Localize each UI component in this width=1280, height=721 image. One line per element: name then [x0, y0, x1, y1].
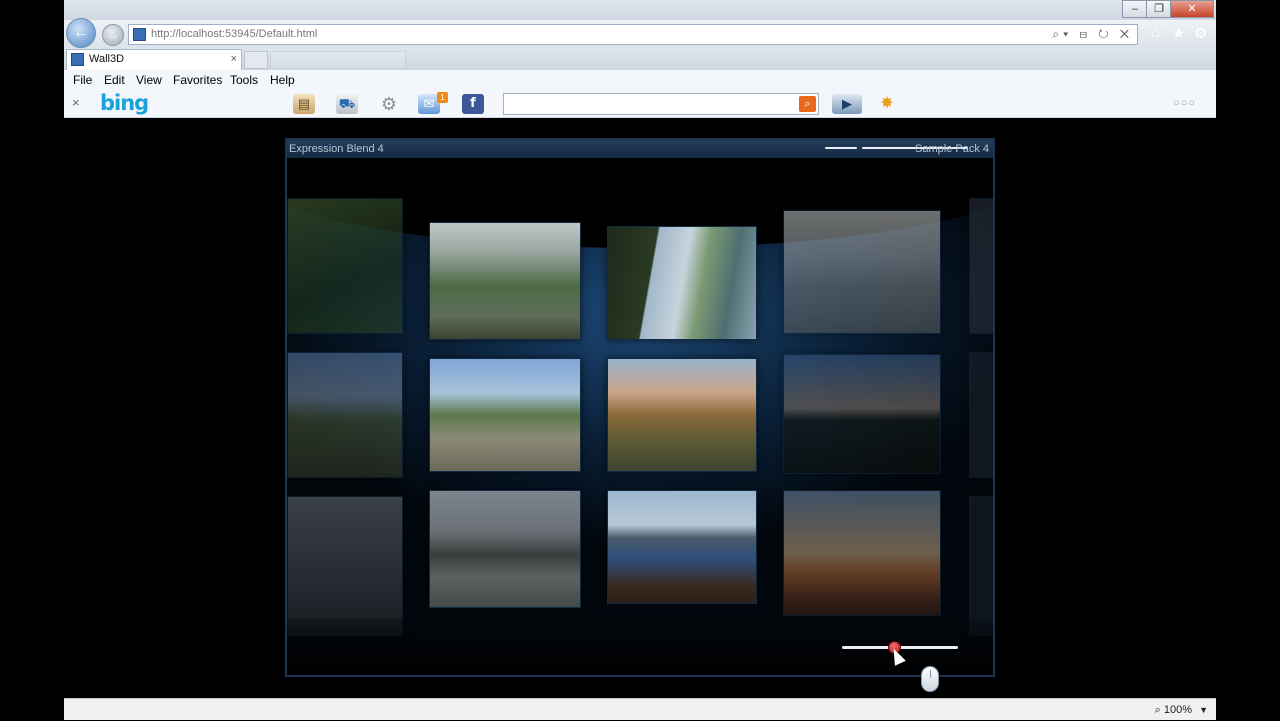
inactive-tab[interactable] — [270, 51, 406, 69]
page-icon — [133, 28, 146, 41]
bing-toolbar: × bing ▤ ⛟ ⚙ ✉ 1 f ⌕ ▶ ✸ ○○○ — [64, 90, 1216, 118]
tab-title: Wall3D — [89, 53, 125, 65]
photo-treeline-dusk[interactable] — [783, 354, 941, 474]
photo-wall[interactable] — [287, 158, 993, 675]
photo-forest-moss[interactable] — [287, 198, 403, 334]
menu-view[interactable]: View — [136, 70, 162, 90]
page-content: Expression Blend 4 Sample Pack 4 — [64, 118, 1216, 698]
bing-search-input[interactable]: ⌕ — [503, 93, 819, 115]
favorites-star-icon[interactable]: ★ — [1172, 24, 1185, 42]
tab-wall3d[interactable]: Wall3D × — [66, 49, 242, 70]
photo-sea-stacks[interactable] — [429, 490, 581, 608]
search-icon[interactable]: ⌕ — [799, 96, 816, 112]
header-bar-1 — [825, 147, 857, 149]
address-bar[interactable]: http://localhost:53945/Default.html ⌕▾ ⊟… — [128, 24, 1138, 45]
close-window-button[interactable]: ✕ — [1170, 0, 1214, 18]
app-right-label: Sample Pack 4 — [915, 143, 989, 155]
home-icon[interactable]: ⌂ — [1151, 24, 1160, 41]
tab-close-icon[interactable]: × — [231, 50, 237, 69]
gear-icon[interactable]: ⚙ — [378, 94, 400, 114]
navigation-bar: ← → http://localhost:53945/Default.html … — [64, 18, 1216, 48]
new-tab-button[interactable] — [244, 51, 268, 69]
menu-file[interactable]: File — [73, 70, 92, 90]
car-icon[interactable]: ⛟ — [336, 94, 358, 114]
photo-edge-right-1[interactable] — [969, 198, 993, 334]
zoom-dropdown-icon[interactable]: ▼ — [1199, 699, 1208, 721]
photo-sunset-meadow[interactable] — [607, 358, 757, 472]
sparkle-icon[interactable]: ✸ — [876, 94, 898, 114]
menu-edit[interactable]: Edit — [104, 70, 125, 90]
zoom-level[interactable]: ⌕ 100% — [1155, 699, 1192, 721]
minimize-button[interactable]: – — [1122, 0, 1148, 18]
photo-edge-right-2[interactable] — [969, 352, 993, 478]
mail-badge: 1 — [437, 92, 448, 103]
photo-alpine-lake[interactable] — [429, 358, 581, 472]
title-bar: – ❐ ✕ — [64, 0, 1216, 20]
photo-edge-right-3[interactable] — [969, 496, 993, 636]
menu-help[interactable]: Help — [270, 70, 295, 90]
status-bar: ⌕ 100% ▼ — [64, 698, 1216, 720]
facebook-icon[interactable]: f — [462, 94, 484, 114]
photo-gray-beach[interactable] — [287, 496, 403, 636]
tab-favicon — [71, 53, 84, 66]
address-tools[interactable]: ⌕▾ ⊟ ↻ ✕ — [1052, 25, 1133, 44]
wall3d-app: Expression Blend 4 Sample Pack 4 — [285, 138, 995, 677]
bing-logo[interactable]: bing — [100, 91, 149, 115]
photo-lake-road[interactable] — [607, 226, 757, 340]
photo-driftwood-water[interactable] — [607, 490, 757, 604]
app-header: Expression Blend 4 Sample Pack 4 — [287, 140, 993, 158]
photo-misty-shore[interactable] — [783, 210, 941, 334]
magnifier-icon: ⌕ — [1154, 704, 1161, 716]
settings-gear-icon[interactable]: ⚙ — [1194, 24, 1207, 42]
menu-bar: File Edit View Favorites Tools Help — [64, 70, 1216, 90]
mouse-overlay-icon — [921, 666, 939, 692]
photo-mountain-ridge[interactable] — [287, 352, 403, 478]
toolbar-overflow-icon[interactable]: ○○○ — [1173, 97, 1196, 109]
app-title: Expression Blend 4 — [289, 143, 384, 155]
photo-sunset-rock[interactable] — [783, 490, 941, 616]
back-button[interactable]: ← — [66, 18, 96, 48]
menu-favorites[interactable]: Favorites — [173, 70, 222, 90]
browser-window: – ❐ ✕ ← → http://localhost:53945/Default… — [64, 0, 1216, 720]
video-icon[interactable]: ▶ — [832, 94, 862, 114]
restore-button[interactable]: ❐ — [1146, 0, 1172, 18]
photo-foggy-forest[interactable] — [429, 222, 581, 340]
zoom-value: 100% — [1163, 704, 1192, 716]
tab-row: Wall3D × — [64, 48, 1216, 70]
forward-button[interactable]: → — [102, 24, 124, 46]
bing-bar-close-icon[interactable]: × — [72, 95, 80, 110]
menu-tools[interactable]: Tools — [230, 70, 258, 90]
newspaper-icon[interactable]: ▤ — [293, 94, 315, 114]
address-url: http://localhost:53945/Default.html — [151, 28, 318, 40]
